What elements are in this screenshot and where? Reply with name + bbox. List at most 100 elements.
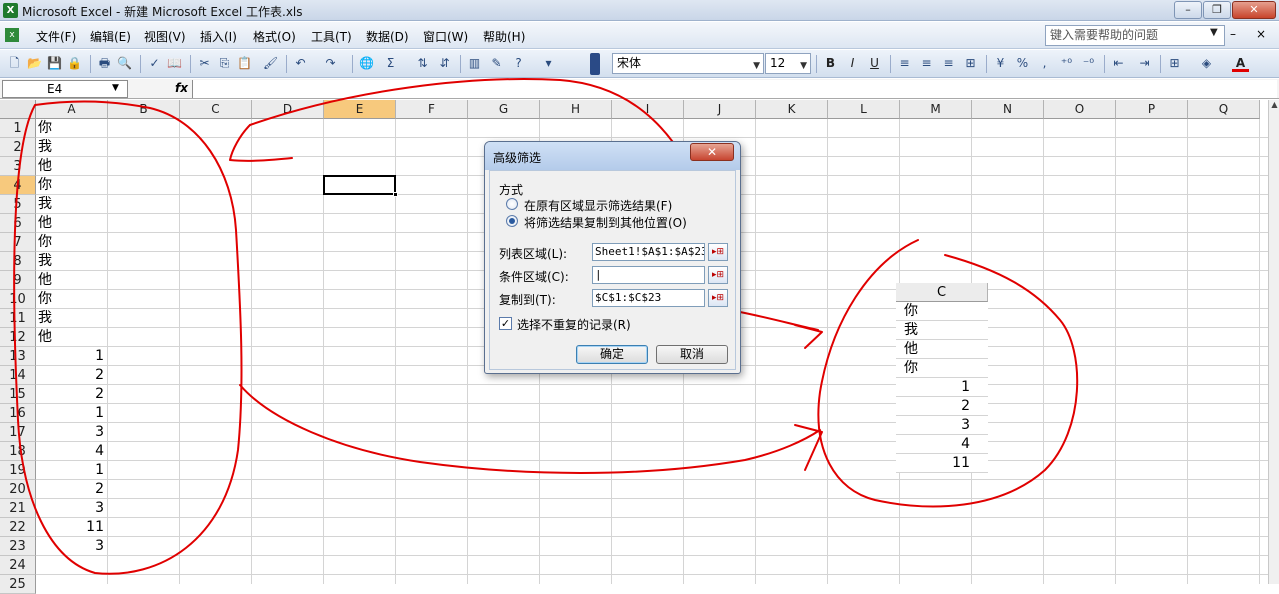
name-box[interactable]: E4 [2, 80, 128, 98]
workbook-close-button[interactable]: × [1256, 27, 1266, 41]
column-header-q[interactable]: Q [1188, 100, 1260, 119]
print-icon[interactable]: 🖶 [96, 55, 113, 72]
cell-a21[interactable]: 3 [36, 499, 106, 518]
row-header-16[interactable]: 16 [0, 404, 36, 423]
column-header-k[interactable]: K [756, 100, 828, 119]
close-button[interactable]: ✕ [1232, 1, 1276, 19]
new-icon[interactable]: 🗋 [6, 55, 23, 72]
column-header-a[interactable]: A [36, 100, 108, 119]
decrease-indent-icon[interactable]: ⇤ [1110, 55, 1127, 72]
permission-icon[interactable]: 🔒 [66, 55, 83, 72]
align-left-icon[interactable]: ≡ [896, 55, 913, 72]
cell-a20[interactable]: 2 [36, 480, 106, 499]
percent-icon[interactable]: % [1014, 55, 1031, 72]
cell-a9[interactable]: 他 [38, 271, 106, 290]
row-header-7[interactable]: 7 [0, 233, 36, 252]
row-header-24[interactable]: 24 [0, 556, 36, 575]
cell-a6[interactable]: 他 [38, 214, 106, 233]
chevron-down-icon[interactable]: ▼ [800, 59, 807, 74]
cell-a13[interactable]: 1 [36, 347, 106, 366]
column-header-p[interactable]: P [1116, 100, 1188, 119]
filter-in-place-label[interactable]: 在原有区域显示筛选结果(F) [524, 197, 672, 214]
cell-a4[interactable]: 你 [38, 176, 106, 195]
merge-center-icon[interactable]: ⊞ [962, 55, 979, 72]
column-header-b[interactable]: B [108, 100, 180, 119]
menu-file[interactable]: 文件(F) [36, 28, 76, 45]
column-header-o[interactable]: O [1044, 100, 1116, 119]
active-cell-e4[interactable] [323, 175, 396, 195]
row-header-18[interactable]: 18 [0, 442, 36, 461]
cell-a19[interactable]: 1 [36, 461, 106, 480]
help-icon[interactable]: ? [510, 55, 527, 72]
menu-help[interactable]: 帮助(H) [483, 28, 525, 45]
chart-wizard-icon[interactable]: ▥ [466, 55, 483, 72]
cell-a18[interactable]: 4 [36, 442, 106, 461]
cell-a3[interactable]: 他 [38, 157, 106, 176]
cut-icon[interactable]: ✂ [196, 55, 213, 72]
cell-a5[interactable]: 我 [38, 195, 106, 214]
cell-a7[interactable]: 你 [38, 233, 106, 252]
cell-a16[interactable]: 1 [36, 404, 106, 423]
copy-to-location-label[interactable]: 将筛选结果复制到其他位置(O) [524, 214, 687, 231]
row-header-5[interactable]: 5 [0, 195, 36, 214]
chevron-down-icon[interactable]: ▼ [112, 83, 119, 93]
row-header-25[interactable]: 25 [0, 575, 36, 594]
vertical-scrollbar[interactable]: ▲ [1268, 100, 1279, 584]
row-header-15[interactable]: 15 [0, 385, 36, 404]
redo-icon[interactable]: ↷ [322, 55, 339, 72]
row-header-13[interactable]: 13 [0, 347, 36, 366]
chevron-down-icon[interactable]: ▼ [753, 59, 760, 74]
autosum-icon[interactable]: Σ [382, 55, 399, 72]
dialog-title-bar[interactable]: 高级筛选 ✕ [485, 142, 740, 170]
row-header-14[interactable]: 14 [0, 366, 36, 385]
drawing-icon[interactable]: ✎ [488, 55, 505, 72]
cell-a1[interactable]: 你 [38, 119, 106, 138]
row-header-3[interactable]: 3 [0, 157, 36, 176]
sort-asc-icon[interactable]: ⇅ [414, 55, 431, 72]
cancel-button[interactable]: 取消 [656, 345, 728, 364]
workbook-icon[interactable]: x [5, 28, 19, 42]
fill-color-icon[interactable]: ◈ [1198, 55, 1215, 72]
row-header-21[interactable]: 21 [0, 499, 36, 518]
comma-icon[interactable]: , [1036, 55, 1053, 72]
row-header-9[interactable]: 9 [0, 271, 36, 290]
currency-icon[interactable]: ¥ [992, 55, 1009, 72]
fill-handle[interactable] [393, 192, 398, 197]
row-header-19[interactable]: 19 [0, 461, 36, 480]
select-all-corner[interactable] [0, 100, 36, 119]
row-header-11[interactable]: 11 [0, 309, 36, 328]
underline-icon[interactable]: U [866, 55, 883, 72]
minimize-button[interactable]: – [1174, 1, 1202, 19]
row-header-12[interactable]: 12 [0, 328, 36, 347]
row-header-20[interactable]: 20 [0, 480, 36, 499]
cell-a23[interactable]: 3 [36, 537, 106, 556]
unique-records-label[interactable]: 选择不重复的记录(R) [517, 316, 631, 333]
align-right-icon[interactable]: ≡ [940, 55, 957, 72]
increase-indent-icon[interactable]: ⇥ [1136, 55, 1153, 72]
font-color-icon[interactable]: A [1232, 55, 1249, 72]
cell-a12[interactable]: 他 [38, 328, 106, 347]
column-header-l[interactable]: L [828, 100, 900, 119]
column-header-d[interactable]: D [252, 100, 324, 119]
research-icon[interactable]: 📖 [166, 55, 183, 72]
align-center-icon[interactable]: ≡ [918, 55, 935, 72]
cell-a8[interactable]: 我 [38, 252, 106, 271]
row-header-8[interactable]: 8 [0, 252, 36, 271]
copy-to-input[interactable]: $C$1:$C$23 [592, 289, 705, 307]
criteria-range-input[interactable]: | [592, 266, 705, 284]
cell-a14[interactable]: 2 [36, 366, 106, 385]
help-question-input[interactable]: 键入需要帮助的问题 [1045, 25, 1225, 46]
unique-records-checkbox[interactable]: ✓ [499, 317, 512, 330]
formula-input[interactable] [192, 80, 1277, 98]
open-icon[interactable]: 📂 [26, 55, 43, 72]
print-preview-icon[interactable]: 🔍 [116, 55, 133, 72]
row-header-4[interactable]: 4 [0, 176, 36, 195]
font-name-select[interactable]: 宋体 ▼ [612, 53, 764, 74]
menu-insert[interactable]: 插入(I) [200, 28, 237, 45]
row-header-23[interactable]: 23 [0, 537, 36, 556]
cell-a10[interactable]: 你 [38, 290, 106, 309]
menu-tools[interactable]: 工具(T) [311, 28, 352, 45]
borders-icon[interactable]: ⊞ [1166, 55, 1183, 72]
copy-to-collapse-button[interactable]: ▸⊞ [708, 289, 728, 307]
criteria-range-collapse-button[interactable]: ▸⊞ [708, 266, 728, 284]
